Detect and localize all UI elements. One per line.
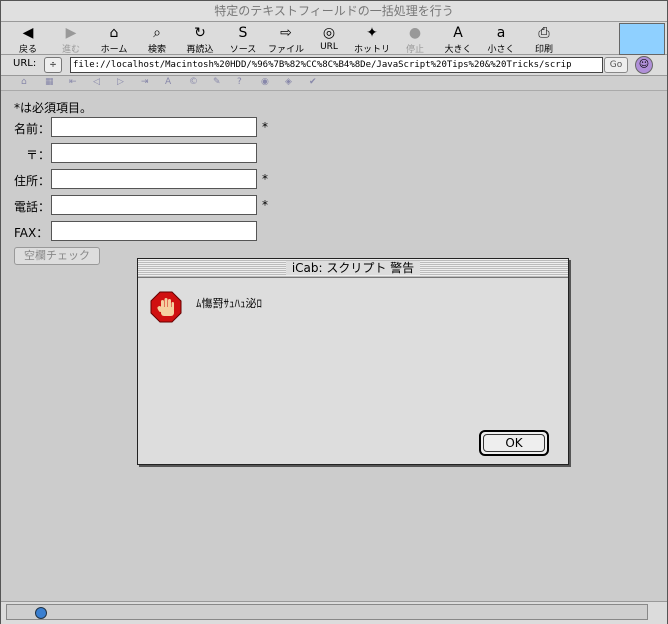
nav-target-icon[interactable]: ◉ — [261, 77, 269, 87]
toolbar-button-9[interactable]: ● 停止 — [394, 24, 436, 55]
field-label-name: 名前： — [14, 122, 51, 136]
nav-grid-icon[interactable]: ▦ — [45, 77, 54, 87]
fax-input[interactable] — [51, 221, 257, 241]
toolbar-button-label: 検索 — [147, 45, 166, 55]
toolbar-button-label: ファイル — [267, 45, 304, 55]
url-label: URL: — [13, 58, 37, 69]
nav-edit-icon[interactable]: ✎ — [213, 77, 221, 87]
toolbar-button-2[interactable]: ⌂ ホーム — [93, 24, 135, 55]
globe-icon — [35, 607, 47, 619]
toolbar-button-label: 進む — [61, 45, 80, 55]
name-input[interactable] — [51, 117, 257, 137]
nav-check-icon[interactable]: ✔ — [309, 77, 317, 87]
toolbar-button-label: 再読込 — [186, 45, 214, 55]
field-label-phone: 電話： — [14, 200, 51, 214]
reload-icon: ↻ — [194, 25, 206, 41]
toolbar-button-1[interactable]: ▶ 進む — [50, 24, 92, 55]
toolbar-button-label: ホーム — [100, 45, 128, 55]
nav-first-icon[interactable]: ⇤ — [69, 77, 77, 87]
url-bar: URL: ÷ file://localhost/Macintosh%20HDD/… — [1, 55, 667, 76]
toolbar-button-label: 大きく — [444, 45, 472, 55]
address-input[interactable] — [51, 169, 257, 189]
required-note: *は必須項目。 — [14, 101, 93, 115]
print-icon: ⎙ — [538, 25, 550, 41]
search-icon: ⌕ — [153, 25, 161, 41]
status-field — [6, 604, 648, 620]
toolbar-button-11[interactable]: a 小さく — [480, 24, 522, 55]
window-title: 特定のテキストフィールドの一括処理を行う — [1, 1, 667, 22]
forward-arrow-icon: ▶ — [65, 25, 77, 41]
toolbar-button-0[interactable]: ◀ 戻る — [7, 24, 49, 55]
toolbar-button-12[interactable]: ⎙ 印刷 — [523, 24, 565, 55]
required-mark: * — [262, 120, 268, 134]
toolbar-button-label: 印刷 — [534, 45, 553, 55]
toolbar-button-10[interactable]: A 大きく — [437, 24, 479, 55]
toolbar-button-4[interactable]: ↻ 再読込 — [179, 24, 221, 55]
toolbar-button-5[interactable]: S ソース — [222, 24, 264, 55]
smiley-icon[interactable]: ☺ — [635, 56, 653, 74]
nav-author-icon[interactable]: A — [165, 77, 171, 87]
status-bar — [1, 601, 667, 624]
navigation-strip: ⌂ ▦ ⇤ ◁ ▷ ⇥ A © ✎? ◉ ◈ ✔ — [1, 76, 667, 91]
nav-next-icon[interactable]: ▷ — [117, 77, 124, 87]
field-label-fax: FAX： — [14, 226, 49, 240]
home-icon: ⌂ — [109, 25, 119, 41]
zip-input[interactable] — [51, 143, 257, 163]
url-icon: ◎ — [322, 25, 336, 41]
font-smaller-icon: a — [496, 25, 506, 41]
empty-check-button[interactable]: 空欄チェック — [14, 247, 100, 265]
stop-icon: ● — [408, 25, 422, 41]
hotlist-icon: ✦ — [366, 25, 378, 41]
stop-hand-icon — [150, 291, 182, 323]
nav-last-icon[interactable]: ⇥ — [141, 77, 149, 87]
dialog-title: iCab: スクリプト 警告 — [285, 261, 421, 275]
toolbar-button-label: 戻る — [18, 45, 37, 55]
toolbar-button-label: ソース — [229, 45, 257, 55]
script-alert-dialog: iCab: スクリプト 警告 ﾑ慯罸ｻｭﾊｭ泌ﾛ OK — [137, 258, 569, 465]
toolbar-button-7[interactable]: ◎ URL — [308, 24, 350, 52]
nav-copyright-icon[interactable]: © — [189, 77, 198, 87]
toolbar-button-label: URL — [320, 42, 338, 52]
toolbar-button-3[interactable]: ⌕ 検索 — [136, 24, 178, 55]
ok-button-label: OK — [483, 434, 545, 452]
nav-help-icon[interactable]: ? — [237, 77, 242, 87]
url-history-spinner[interactable]: ÷ — [44, 57, 62, 73]
back-arrow-icon: ◀ — [22, 25, 34, 41]
dialog-message: ﾑ慯罸ｻｭﾊｭ泌ﾛ — [196, 297, 262, 310]
font-larger-icon: A — [453, 25, 463, 41]
ok-button[interactable]: OK — [479, 430, 549, 456]
nav-diamond-icon[interactable]: ◈ — [285, 77, 292, 87]
browser-window: 特定のテキストフィールドの一括処理を行う ◀ 戻る ▶ 進む ⌂ ホーム ⌕ 検索 ↻ 再読込 S ソ… — [0, 0, 668, 624]
nav-home-icon[interactable]: ⌂ — [21, 77, 27, 87]
nav-prev-icon[interactable]: ◁ — [93, 77, 100, 87]
toolbar: ◀戻る▶進む⌂ホーム⌕検索↻再読込Sソース⇨ファイル◎URL✦ホットリスト●停止… — [1, 22, 667, 68]
toolbar-button-label: 小さく — [487, 45, 515, 55]
source-icon: S — [238, 25, 248, 41]
go-button[interactable]: Go — [604, 57, 628, 73]
required-mark: * — [262, 198, 268, 212]
url-input[interactable]: file://localhost/Macintosh%20HDD/%96%7B%… — [70, 57, 603, 73]
car-logo-icon[interactable] — [619, 23, 665, 55]
dialog-title-bar[interactable]: iCab: スクリプト 警告 — [138, 259, 568, 278]
field-label-address: 住所： — [14, 174, 51, 188]
required-mark: * — [262, 172, 268, 186]
file-icon: ⇨ — [280, 25, 292, 41]
toolbar-button-6[interactable]: ⇨ ファイル — [265, 24, 307, 55]
toolbar-button-label: 停止 — [405, 45, 424, 55]
phone-input[interactable] — [51, 195, 257, 215]
